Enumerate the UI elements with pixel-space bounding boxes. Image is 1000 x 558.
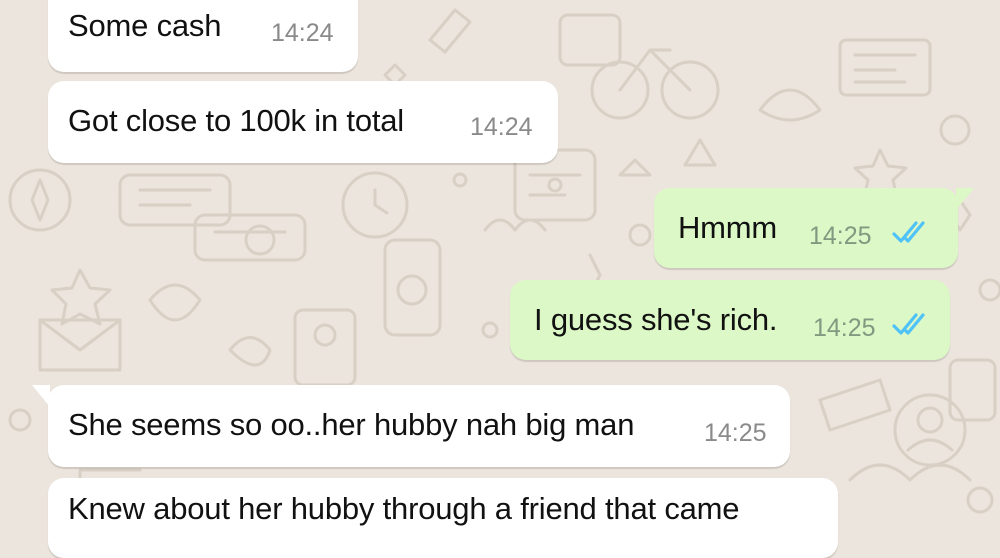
message-bubble-incoming[interactable]: Knew about her hubby through a friend th… [48,478,838,558]
message-text: Some cash [68,8,222,43]
message-text: She seems so oo..her hubby nah big man [68,407,635,442]
chat-conversation[interactable]: Some cash 14:24 Got close to 100k in tot… [0,0,1000,558]
message-text: Knew about her hubby through a friend th… [68,491,740,526]
message-bubble-outgoing[interactable]: Hmmm 14:25 [654,188,974,268]
message-bubble-outgoing[interactable]: I guess she's rich. 14:25 [510,280,950,360]
message-time: 14:24 [470,113,533,141]
message-bubble-incoming[interactable]: She seems so oo..her hubby nah big man 1… [32,385,790,467]
double-check-icon [892,221,925,243]
message-text: I guess she's rich. [534,302,778,337]
message-time: 14:25 [809,222,872,250]
message-text: Got close to 100k in total [68,103,404,138]
message-text: Hmmm [678,210,778,245]
message-time: 14:24 [271,19,334,47]
message-time: 14:25 [813,314,876,342]
message-bubble-incoming[interactable]: Got close to 100k in total 14:24 [48,81,558,163]
message-bubble-incoming[interactable]: Some cash 14:24 [48,0,358,72]
double-check-icon [892,313,925,335]
bubble-tail [32,385,50,407]
message-time: 14:25 [704,419,767,447]
bubble-tail [956,188,974,210]
